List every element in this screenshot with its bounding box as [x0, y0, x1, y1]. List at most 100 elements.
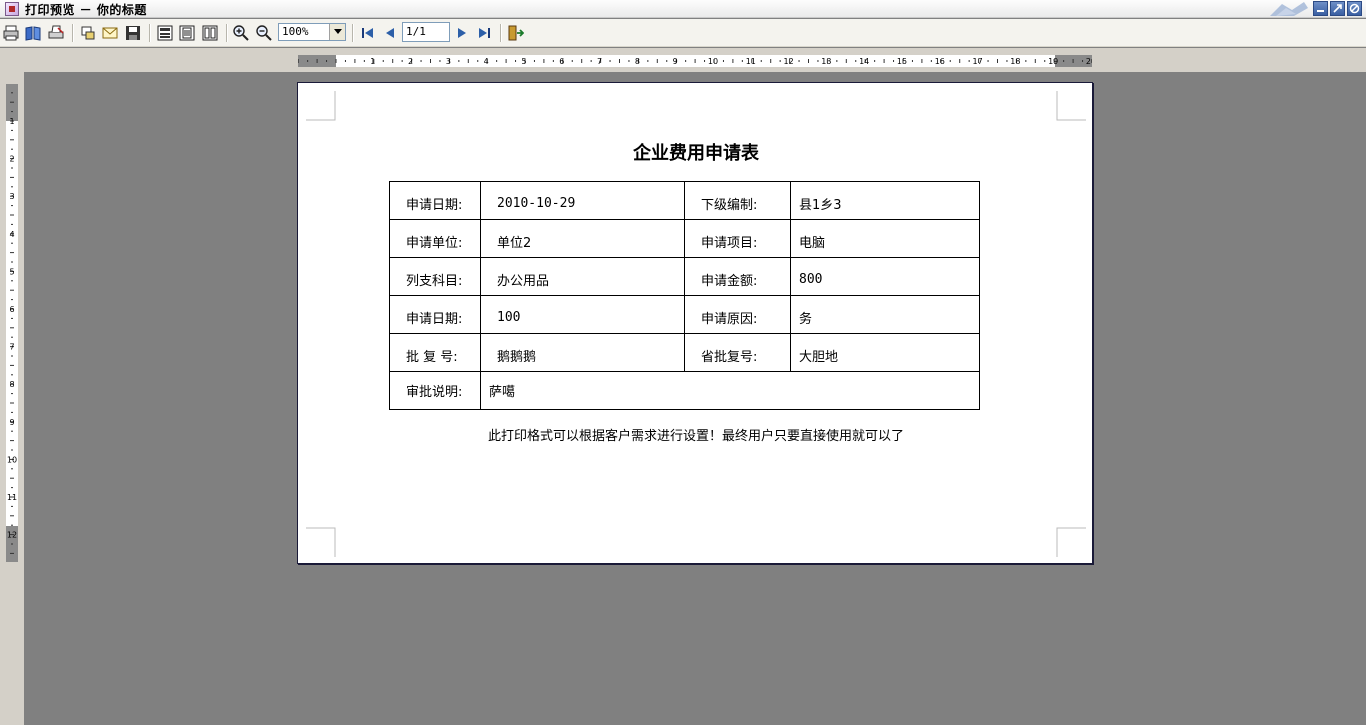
document-footnote: 此打印格式可以根据客户需求进行设置！最终用户只要直接使用就可以了: [487, 429, 904, 444]
close-button[interactable]: [1347, 1, 1362, 16]
ruler-label: 19: [1048, 57, 1058, 66]
ruler-label: 3: [9, 192, 14, 201]
window-title: 打印预览 － 你的标题: [25, 3, 147, 17]
ruler-label: 4: [9, 230, 14, 239]
ruler-label: 11: [746, 57, 756, 66]
restore-button[interactable]: [1330, 1, 1345, 16]
zoom-dropdown-button[interactable]: [329, 24, 345, 40]
field-label: 申请金额:: [684, 257, 791, 296]
layout-icon: [157, 25, 173, 41]
field-label: 列支科目:: [389, 257, 481, 296]
horizontal-ruler: 1234567891011121314151617181920: [298, 55, 1092, 67]
ruler-label: 16: [935, 57, 945, 66]
crop-mark-top-right: [1056, 91, 1086, 121]
save-button[interactable]: [123, 23, 143, 43]
single-page-button[interactable]: [177, 23, 197, 43]
field-value: 800: [790, 257, 980, 296]
ruler-label: 13: [821, 57, 831, 66]
vertical-ruler: 123456789101112: [6, 84, 18, 562]
field-value: 务: [790, 295, 980, 334]
field-label: 申请日期:: [389, 295, 481, 334]
minimize-icon: [1317, 10, 1324, 12]
print-icon: [3, 25, 19, 41]
toolbar-separator: [226, 24, 228, 42]
exit-button[interactable]: [505, 23, 525, 43]
close-icon: [1349, 3, 1360, 14]
field-label: 下级编制:: [684, 181, 791, 220]
field-label: 申请原因:: [684, 295, 791, 334]
ruler-label: 10: [708, 57, 718, 66]
field-value: 鹅鹅鹅: [480, 333, 685, 372]
approval-label: 审批说明:: [389, 371, 481, 410]
field-label: 省批复号:: [684, 333, 791, 372]
ruler-label: 8: [635, 57, 640, 66]
first-page-icon: [362, 28, 373, 38]
field-value: 县1乡3: [790, 181, 980, 220]
zoom-in-button[interactable]: [231, 23, 251, 43]
mail-button[interactable]: [100, 23, 120, 43]
toolbar-separator: [72, 24, 74, 42]
save-icon: [126, 26, 140, 40]
last-page-button[interactable]: [474, 23, 494, 43]
field-value: 单位2: [480, 219, 685, 258]
page-number-value: 1/1: [406, 25, 426, 38]
multi-page-button[interactable]: [200, 23, 220, 43]
field-value: 2010-10-29: [480, 181, 685, 220]
print-button[interactable]: [1, 23, 21, 43]
ruler-label: 8: [9, 380, 14, 389]
prev-page-icon: [386, 28, 394, 38]
field-value: 100: [480, 295, 685, 334]
export-button[interactable]: [78, 23, 98, 43]
multi-page-icon: [202, 25, 218, 41]
print-page: 企业费用申请表 申请日期: 2010-10-29 下级编制: 县1乡3 申请单位…: [297, 82, 1093, 564]
printer-setup-icon: [48, 25, 64, 39]
ruler-label: 14: [859, 57, 869, 66]
ruler-label: 20: [1086, 57, 1092, 66]
table-row: 申请日期: 100 申请原因: 务: [389, 295, 980, 334]
table-row: 申请日期: 2010-10-29 下级编制: 县1乡3: [389, 181, 980, 220]
ruler-label: 10: [7, 455, 17, 464]
table-row: 批 复 号: 鹅鹅鹅 省批复号: 大胆地: [389, 333, 980, 372]
zoom-out-icon: [256, 25, 272, 41]
field-value: 大胆地: [790, 333, 980, 372]
crop-mark-bottom-left: [306, 527, 336, 557]
open-book-button[interactable]: [23, 23, 43, 43]
ruler-label: 3: [446, 57, 451, 66]
layout-button[interactable]: [155, 23, 175, 43]
ruler-label: 12: [784, 57, 794, 66]
field-label: 批 复 号:: [389, 333, 481, 372]
minimize-button[interactable]: [1313, 1, 1328, 16]
title-bar: 打印预览 － 你的标题: [0, 0, 1366, 18]
field-label: 申请单位:: [389, 219, 481, 258]
exit-icon: [508, 25, 524, 41]
field-label: 申请日期:: [389, 181, 481, 220]
ruler-label: 5: [521, 57, 526, 66]
export-icon: [81, 26, 95, 40]
ruler-label: 18: [1010, 57, 1020, 66]
document-title: 企业费用申请表: [633, 143, 759, 164]
approval-value: 萨噶: [480, 371, 980, 410]
first-page-button[interactable]: [358, 23, 378, 43]
printer-setup-button[interactable]: [46, 23, 66, 43]
ruler-label: 6: [559, 57, 564, 66]
ruler-label: 17: [973, 57, 983, 66]
zoom-select[interactable]: 100%: [278, 23, 346, 41]
page-number-input[interactable]: 1/1: [402, 22, 450, 42]
table-row: 列支科目: 办公用品 申请金额: 800: [389, 257, 980, 296]
table-row: 审批说明: 萨噶: [389, 371, 980, 410]
next-page-button[interactable]: [452, 23, 472, 43]
toolbar: 100% 1/1: [0, 19, 1366, 47]
prev-page-button[interactable]: [380, 23, 400, 43]
zoom-out-button[interactable]: [254, 23, 274, 43]
next-page-icon: [458, 28, 466, 38]
ruler-label: 9: [9, 418, 14, 427]
ruler-label: 1: [9, 117, 14, 126]
toolbar-separator: [500, 24, 502, 42]
app-icon: [5, 2, 19, 16]
last-page-icon: [479, 28, 490, 38]
ruler-label: 9: [673, 57, 678, 66]
toolbar-separator: [149, 24, 151, 42]
table-row: 申请单位: 单位2 申请项目: 电脑: [389, 219, 980, 258]
ruler-label: 1: [370, 57, 375, 66]
restore-icon: [1333, 4, 1342, 13]
